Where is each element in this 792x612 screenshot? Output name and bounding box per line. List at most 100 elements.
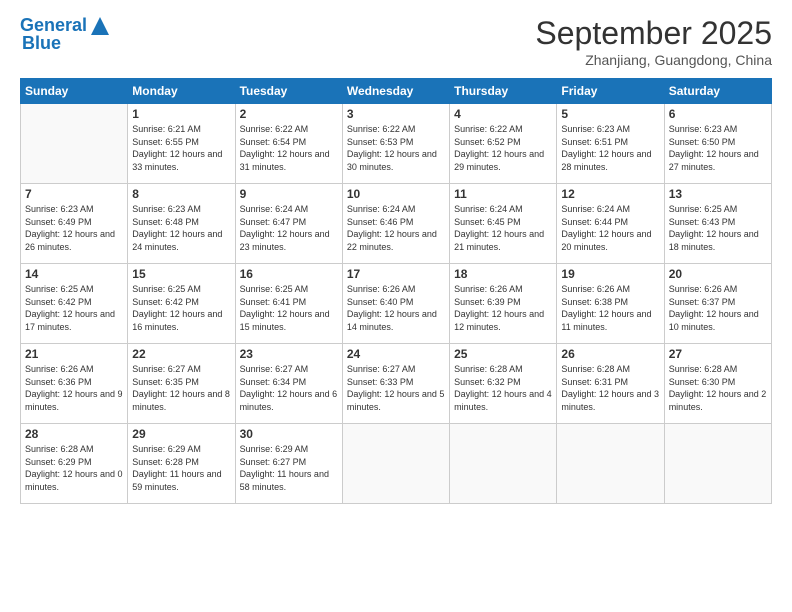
day-number: 24 — [347, 347, 445, 361]
header: General Blue September 2025 Zhanjiang, G… — [20, 15, 772, 68]
daylight-text: Daylight: 12 hours and 30 minutes. — [347, 149, 437, 172]
sunset-text: Sunset: 6:39 PM — [454, 297, 521, 307]
day-number: 8 — [132, 187, 230, 201]
daylight-text: Daylight: 12 hours and 31 minutes. — [240, 149, 330, 172]
daylight-text: Daylight: 12 hours and 5 minutes. — [347, 389, 445, 412]
table-row: 2Sunrise: 6:22 AMSunset: 6:54 PMDaylight… — [235, 104, 342, 184]
day-number: 14 — [25, 267, 123, 281]
cell-content: Sunrise: 6:28 AMSunset: 6:31 PMDaylight:… — [561, 363, 659, 413]
cell-content: Sunrise: 6:25 AMSunset: 6:41 PMDaylight:… — [240, 283, 338, 333]
cell-content: Sunrise: 6:27 AM Sunset: 6:33 PM Daylight:… — [347, 363, 445, 413]
table-row: 9Sunrise: 6:24 AMSunset: 6:47 PMDaylight… — [235, 184, 342, 264]
cell-content: Sunrise: 6:23 AMSunset: 6:48 PMDaylight:… — [132, 203, 230, 253]
daylight-text: Daylight: 12 hours and 15 minutes. — [240, 309, 330, 332]
sunrise-text: Sunrise: 6:24 AM — [347, 204, 416, 214]
table-row: 23Sunrise: 6:27 AMSunset: 6:34 PMDayligh… — [235, 344, 342, 424]
col-thursday: Thursday — [450, 79, 557, 104]
sunset-text: Sunset: 6:38 PM — [561, 297, 628, 307]
day-number: 18 — [454, 267, 552, 281]
calendar-week-row: 1Sunrise: 6:21 AMSunset: 6:55 PMDaylight… — [21, 104, 772, 184]
daylight-text: Daylight: 12 hours and 33 minutes. — [132, 149, 222, 172]
logo: General Blue — [20, 15, 111, 54]
title-area: September 2025 Zhanjiang, Guangdong, Chi… — [535, 15, 772, 68]
daylight-text: Daylight: 11 hours and 59 minutes. — [132, 469, 221, 492]
sunrise-text: Sunrise: 6:29 AM — [132, 444, 201, 454]
cell-content: Sunrise: 6:26 AM Sunset: 6:38 PM Daylight:… — [561, 283, 659, 333]
sunset-text: Sunset: 6:55 PM — [132, 137, 199, 147]
sunrise-text: Sunrise: 6:26 AM — [561, 284, 630, 294]
sunset-text: Sunset: 6:32 PM — [454, 377, 521, 387]
cell-content: Sunrise: 6:23 AMSunset: 6:51 PMDaylight:… — [561, 123, 659, 173]
sunrise-text: Sunrise: 6:23 AM — [669, 124, 738, 134]
sunrise-text: Sunrise: 6:23 AM — [561, 124, 630, 134]
sunrise-text: Sunrise: 6:24 AM — [561, 204, 630, 214]
sunset-text: Sunset: 6:50 PM — [669, 137, 736, 147]
sunset-text: Sunset: 6:35 PM — [132, 377, 199, 387]
sunset-text: Sunset: 6:33 PM — [347, 377, 414, 387]
daylight-text: Daylight: 12 hours and 22 minutes. — [347, 229, 437, 252]
day-number: 25 — [454, 347, 552, 361]
table-row: 18Sunrise: 6:26 AMSunset: 6:39 PMDayligh… — [450, 264, 557, 344]
day-number: 30 — [240, 427, 338, 441]
table-row — [342, 424, 449, 504]
calendar-week-row: 21Sunrise: 6:26 AMSunset: 6:36 PMDayligh… — [21, 344, 772, 424]
daylight-text: Daylight: 12 hours and 17 minutes. — [25, 309, 115, 332]
sunset-text: Sunset: 6:27 PM — [240, 457, 307, 467]
col-wednesday: Wednesday — [342, 79, 449, 104]
sunset-text: Sunset: 6:30 PM — [669, 377, 736, 387]
logo-blue: Blue — [22, 33, 61, 54]
sunrise-text: Sunrise: 6:24 AM — [454, 204, 523, 214]
day-number: 23 — [240, 347, 338, 361]
sunrise-text: Sunrise: 6:26 AM — [454, 284, 523, 294]
table-row: 20 Sunrise: 6:26 AMSunset: 6:37 PMDayligh… — [664, 264, 771, 344]
daylight-text: Daylight: 12 hours and 9 minutes. — [25, 389, 123, 412]
sunrise-text: Sunrise: 6:26 AM — [347, 284, 416, 294]
day-number: 21 — [25, 347, 123, 361]
day-number: 20 — [669, 267, 767, 281]
table-row — [664, 424, 771, 504]
calendar-page: General Blue September 2025 Zhanjiang, G… — [0, 0, 792, 612]
daylight-text: Daylight: 12 hours and 20 minutes. — [561, 229, 651, 252]
cell-content: Sunrise: 6:24 AMSunset: 6:45 PMDaylight:… — [454, 203, 552, 253]
table-row: 12Sunrise: 6:24 AMSunset: 6:44 PMDayligh… — [557, 184, 664, 264]
col-tuesday: Tuesday — [235, 79, 342, 104]
daylight-text: Daylight: 12 hours and 14 minutes. — [347, 309, 437, 332]
sunrise-text: Sunrise: 6:22 AM — [454, 124, 523, 134]
calendar-week-row: 7Sunrise: 6:23 AMSunset: 6:49 PMDaylight… — [21, 184, 772, 264]
col-saturday: Saturday — [664, 79, 771, 104]
cell-content: Sunrise: 6:28 AMSunset: 6:29 PMDaylight:… — [25, 443, 123, 493]
table-row: 16Sunrise: 6:25 AMSunset: 6:41 PMDayligh… — [235, 264, 342, 344]
daylight-text: Daylight: 12 hours and 3 minutes. — [561, 389, 659, 412]
sunset-text: Sunset: 6:54 PM — [240, 137, 307, 147]
sunrise-text: Sunrise: 6:25 AM — [25, 284, 94, 294]
col-sunday: Sunday — [21, 79, 128, 104]
cell-content: Sunrise: 6:26 AMSunset: 6:37 PMDaylight:… — [669, 283, 767, 333]
logo-icon — [89, 15, 111, 37]
sunset-text: Sunset: 6:52 PM — [454, 137, 521, 147]
sunrise-text: Sunrise: 6:28 AM — [669, 364, 738, 374]
daylight-text: Daylight: 12 hours and 24 minutes. — [132, 229, 222, 252]
day-number: 1 — [132, 107, 230, 121]
daylight-text: Daylight: 12 hours and 4 minutes. — [454, 389, 552, 412]
day-number: 17 — [347, 267, 445, 281]
sunrise-text: Sunrise: 6:28 AM — [25, 444, 94, 454]
cell-content: Sunrise: 6:24 AMSunset: 6:44 PMDaylight:… — [561, 203, 659, 253]
calendar-table: Sunday Monday Tuesday Wednesday Thursday… — [20, 78, 772, 504]
sunset-text: Sunset: 6:45 PM — [454, 217, 521, 227]
daylight-text: Daylight: 12 hours and 6 minutes. — [240, 389, 338, 412]
table-row: 3Sunrise: 6:22 AMSunset: 6:53 PMDaylight… — [342, 104, 449, 184]
sunrise-text: Sunrise: 6:27 AM — [347, 364, 416, 374]
sunset-text: Sunset: 6:40 PM — [347, 297, 414, 307]
sunrise-text: Sunrise: 6:24 AM — [240, 204, 309, 214]
daylight-text: Daylight: 12 hours and 11 minutes. — [561, 309, 651, 332]
day-number: 13 — [669, 187, 767, 201]
location: Zhanjiang, Guangdong, China — [535, 52, 772, 68]
sunrise-text: Sunrise: 6:28 AM — [454, 364, 523, 374]
daylight-text: Daylight: 12 hours and 2 minutes. — [669, 389, 767, 412]
calendar-week-row: 28Sunrise: 6:28 AMSunset: 6:29 PMDayligh… — [21, 424, 772, 504]
sunset-text: Sunset: 6:36 PM — [25, 377, 92, 387]
table-row: 15Sunrise: 6:25 AMSunset: 6:42 PMDayligh… — [128, 264, 235, 344]
sunset-text: Sunset: 6:42 PM — [132, 297, 199, 307]
day-number: 11 — [454, 187, 552, 201]
cell-content: Sunrise: 6:29 AMSunset: 6:28 PMDaylight:… — [132, 443, 230, 493]
